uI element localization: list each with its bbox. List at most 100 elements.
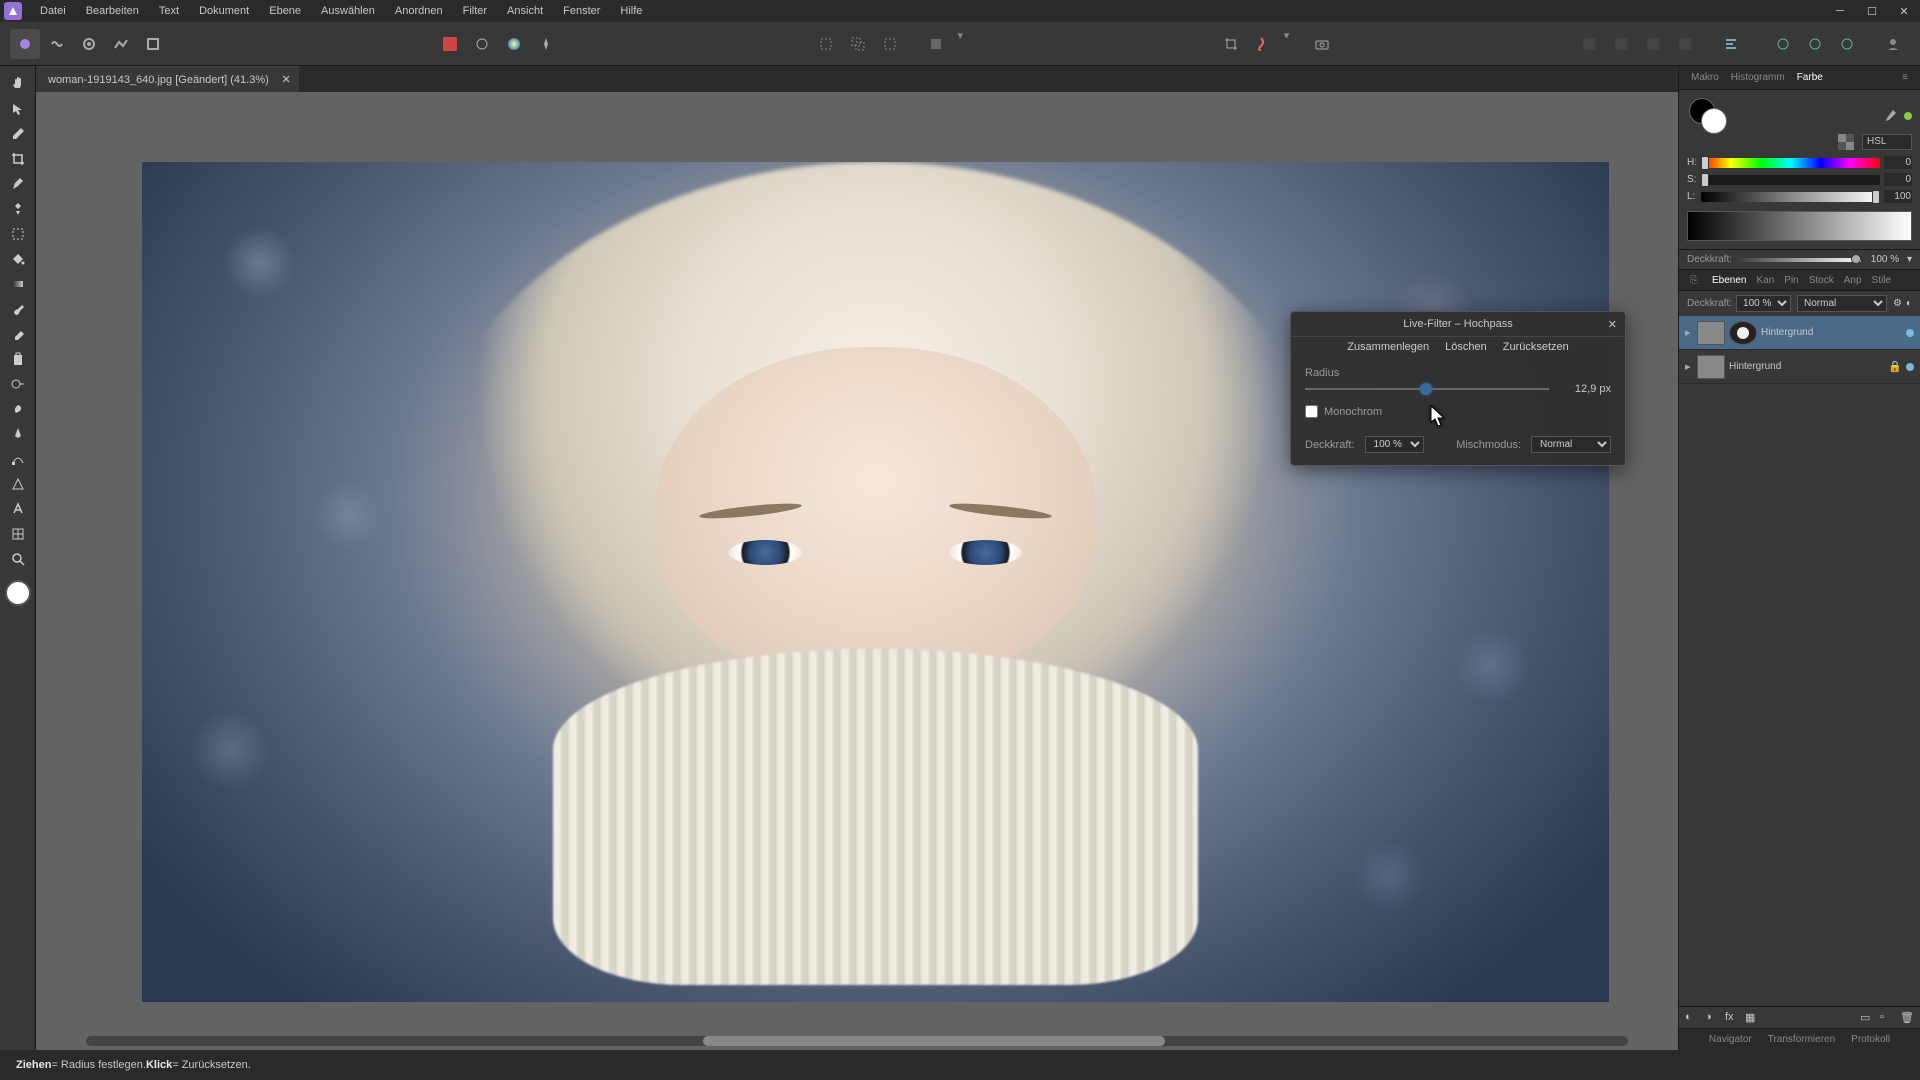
color-wheel[interactable] xyxy=(499,29,529,59)
opacity-slider[interactable] xyxy=(1733,258,1861,262)
layer-visible-dot[interactable] xyxy=(1906,363,1914,371)
menu-ansicht[interactable]: Ansicht xyxy=(497,5,553,17)
menu-ebene[interactable]: Ebene xyxy=(259,5,311,17)
selection-brush-tool[interactable] xyxy=(4,172,32,196)
menu-text[interactable]: Text xyxy=(149,5,189,17)
document-close-icon[interactable]: ✕ xyxy=(282,73,291,86)
erase-tool[interactable] xyxy=(4,322,32,346)
dialog-titlebar[interactable]: Live-Filter – Hochpass ✕ xyxy=(1291,312,1625,337)
gradient-preview[interactable] xyxy=(1687,211,1912,241)
color-mode-select[interactable]: HSL xyxy=(1862,134,1912,150)
layer-expand-icon[interactable]: ▸ xyxy=(1685,360,1697,373)
tab-ebenen[interactable]: Ebenen xyxy=(1707,275,1751,286)
layerfoot-crop-icon[interactable]: ▦ xyxy=(1745,1011,1759,1025)
autocolor[interactable] xyxy=(531,29,561,59)
opacity-value[interactable]: 100 % xyxy=(1867,254,1903,265)
tab-anp[interactable]: Anp xyxy=(1839,275,1867,286)
dropdown-arrow-2[interactable]: ▾ xyxy=(1284,29,1290,59)
layer-lock-icon[interactable]: ⎘ xyxy=(1685,275,1703,286)
layer-fx-icon[interactable]: ⚙ xyxy=(1893,298,1902,309)
dropdown-arrow[interactable]: ▾ xyxy=(957,29,963,59)
color-picker-tool[interactable] xyxy=(4,122,32,146)
pen-tool[interactable] xyxy=(4,422,32,446)
persona-photo[interactable] xyxy=(10,29,40,59)
color-swatches[interactable] xyxy=(1687,98,1912,134)
sync-1[interactable] xyxy=(1768,29,1798,59)
layer-visible-dot[interactable] xyxy=(1906,329,1914,337)
dodge-tool[interactable] xyxy=(4,372,32,396)
menu-dokument[interactable]: Dokument xyxy=(189,5,259,17)
persona-tone[interactable] xyxy=(106,29,136,59)
align-btn[interactable] xyxy=(1716,29,1746,59)
color-swatch[interactable] xyxy=(5,580,31,606)
layerfoot-group-icon[interactable]: ▭ xyxy=(1860,1011,1874,1025)
panel-menu-icon[interactable]: ≡ xyxy=(1896,72,1914,83)
tab-makro[interactable]: Makro xyxy=(1685,72,1725,83)
arrange-4[interactable] xyxy=(1670,29,1700,59)
tab-kan[interactable]: Kan xyxy=(1751,275,1779,286)
layerfoot-fx-icon[interactable]: fx xyxy=(1725,1011,1739,1025)
assist-btn[interactable] xyxy=(1248,29,1278,59)
persona-develop[interactable] xyxy=(74,29,104,59)
menu-auswaehlen[interactable]: Auswählen xyxy=(311,5,385,17)
light-slider[interactable] xyxy=(1701,192,1880,202)
layer-opacity-select[interactable]: 100 % xyxy=(1736,295,1791,312)
window-maximize[interactable]: ☐ xyxy=(1856,0,1888,22)
window-close[interactable]: ✕ xyxy=(1888,0,1920,22)
tab-pin[interactable]: Pin xyxy=(1779,275,1803,286)
arrange-1[interactable] xyxy=(1574,29,1604,59)
dialog-reset[interactable]: Zurücksetzen xyxy=(1503,341,1569,353)
paint-brush-tool[interactable] xyxy=(4,297,32,321)
mesh-tool[interactable] xyxy=(4,522,32,546)
arrange-3[interactable] xyxy=(1638,29,1668,59)
dialog-opacity-select[interactable]: 100 % xyxy=(1365,436,1424,453)
layer-row-1[interactable]: ▸ Hintergrund 🔒 xyxy=(1679,350,1920,384)
layerfoot-mask-icon[interactable]: ◐ xyxy=(1685,1011,1699,1025)
window-minimize[interactable]: ─ xyxy=(1824,0,1856,22)
layerfoot-add-icon[interactable]: ▫ xyxy=(1880,1011,1894,1025)
layerfoot-delete-icon[interactable]: 🗑 xyxy=(1900,1011,1914,1025)
menu-anordnen[interactable]: Anordnen xyxy=(385,5,453,17)
canvas[interactable] xyxy=(36,92,1678,1050)
sync-2[interactable] xyxy=(1800,29,1830,59)
tab-farbe[interactable]: Farbe xyxy=(1791,72,1829,83)
radius-slider[interactable] xyxy=(1305,388,1549,390)
account-btn[interactable] xyxy=(1878,29,1908,59)
opacity-grid-icon[interactable] xyxy=(1838,134,1854,150)
tab-protokoll[interactable]: Protokoll xyxy=(1843,1034,1898,1045)
persona-liquify[interactable] xyxy=(42,29,72,59)
clone-tool[interactable] xyxy=(4,347,32,371)
menu-fenster[interactable]: Fenster xyxy=(553,5,610,17)
layer-mask-thumb[interactable] xyxy=(1729,321,1757,345)
dialog-blend-select[interactable]: Normal xyxy=(1531,436,1611,453)
tab-histogramm[interactable]: Histogramm xyxy=(1725,72,1791,83)
layer-lock-icon[interactable]: 🔒 xyxy=(1888,360,1902,373)
hand-tool[interactable] xyxy=(4,72,32,96)
horizontal-scrollbar[interactable] xyxy=(86,1036,1628,1046)
menu-bearbeiten[interactable]: Bearbeiten xyxy=(76,5,149,17)
persona-export[interactable] xyxy=(138,29,168,59)
tab-stile[interactable]: Stile xyxy=(1867,275,1896,286)
live-filter-dialog[interactable]: Live-Filter – Hochpass ✕ Zusammenlegen L… xyxy=(1290,311,1626,466)
opacity-dropdown-icon[interactable]: ▾ xyxy=(1907,254,1912,265)
tab-stock[interactable]: Stock xyxy=(1804,275,1839,286)
sync-3[interactable] xyxy=(1832,29,1862,59)
crop-btn[interactable] xyxy=(1216,29,1246,59)
sat-value[interactable]: 0 xyxy=(1884,173,1912,186)
selection-new[interactable] xyxy=(811,29,841,59)
dialog-close-icon[interactable]: ✕ xyxy=(1608,318,1617,331)
selection-add[interactable] xyxy=(843,29,873,59)
flood-fill-tool[interactable] xyxy=(4,247,32,271)
move-tool[interactable] xyxy=(4,97,32,121)
layer-expand-icon[interactable]: ▸ xyxy=(1685,326,1697,339)
menu-datei[interactable]: Datei xyxy=(30,5,76,17)
recent-color-dot[interactable] xyxy=(1904,112,1912,120)
dialog-merge[interactable]: Zusammenlegen xyxy=(1347,341,1429,353)
swatch-red[interactable] xyxy=(435,29,465,59)
arrange-2[interactable] xyxy=(1606,29,1636,59)
layerfoot-adj-icon[interactable]: ◑ xyxy=(1705,1011,1719,1025)
layer-blend-select[interactable]: Normal xyxy=(1797,295,1887,312)
layer-row-0[interactable]: ▸ Hintergrund xyxy=(1679,316,1920,350)
selection-sub[interactable] xyxy=(875,29,905,59)
shape-tool[interactable] xyxy=(4,472,32,496)
